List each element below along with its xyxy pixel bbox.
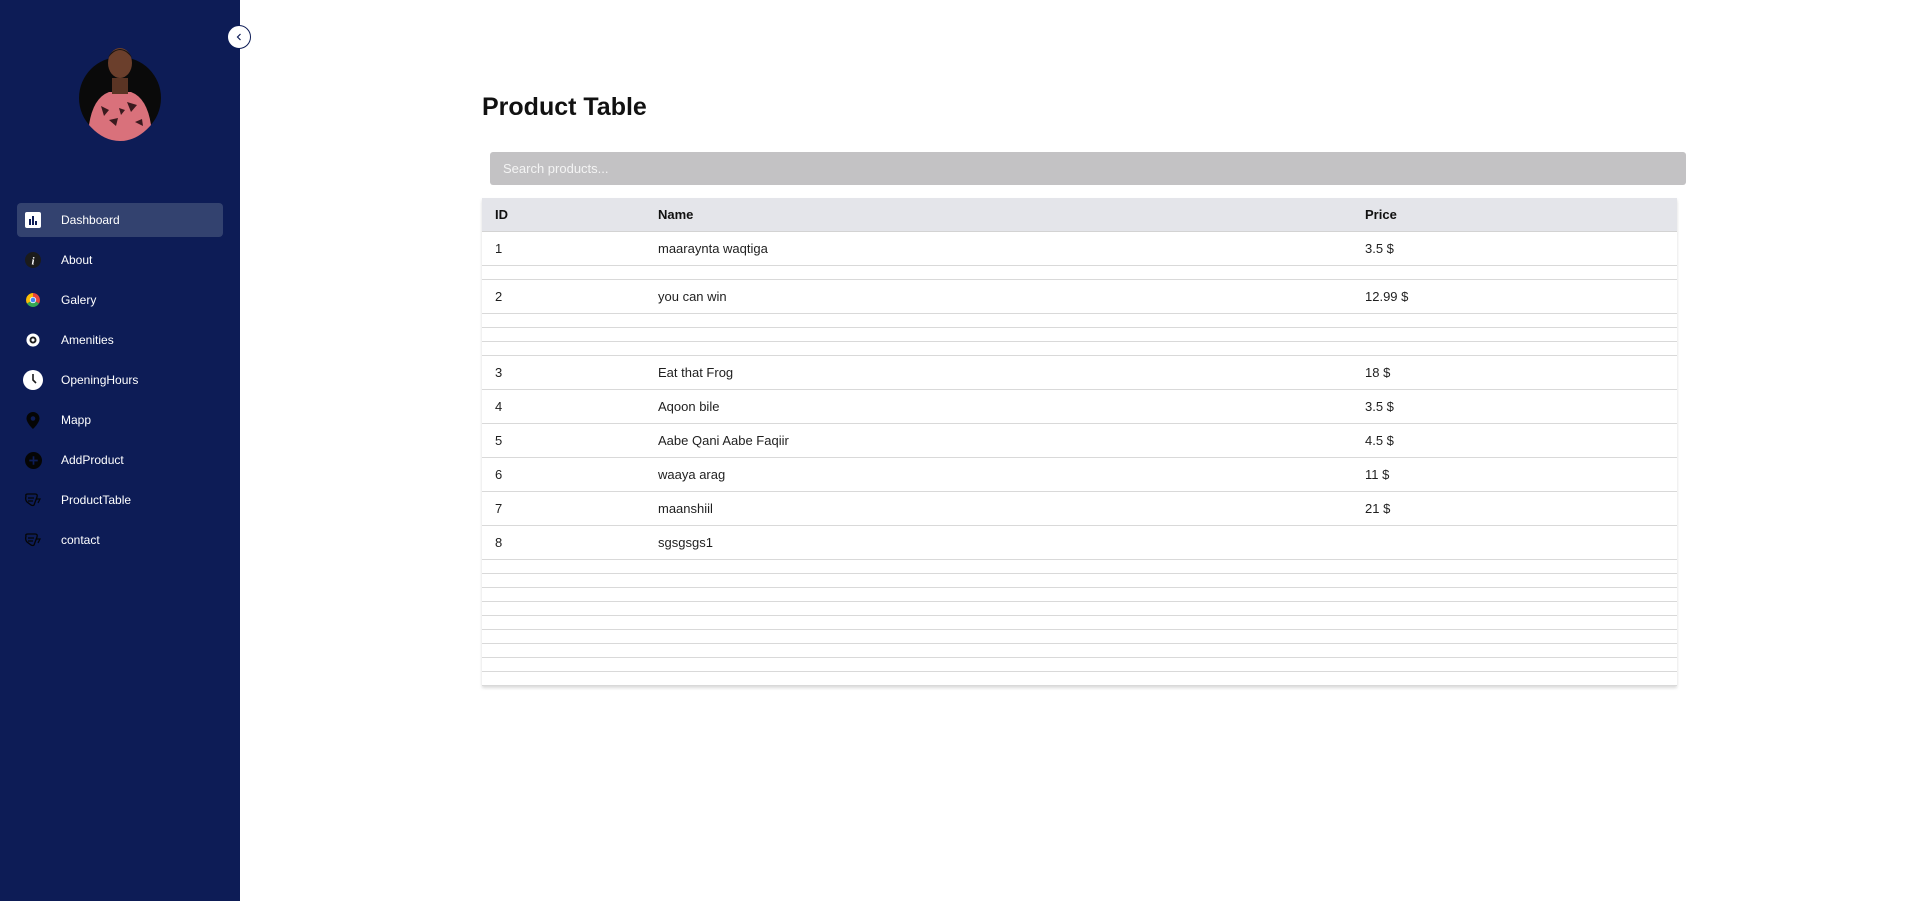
cell-price: 3.5 $ <box>1365 241 1394 256</box>
cell-id: 1 <box>495 241 503 256</box>
sidebar-item-label: Galery <box>61 293 97 307</box>
table-row-empty <box>482 602 1677 616</box>
table-row-empty <box>482 672 1677 686</box>
cell-id: 6 <box>495 467 503 482</box>
sidebar-item-label: AddProduct <box>61 453 124 467</box>
cell-price: 4.5 $ <box>1365 433 1394 448</box>
table-row[interactable]: 5 Aabe Qani Aabe Faqiir 4.5 $ <box>482 424 1677 458</box>
cell-name: Aabe Qani Aabe Faqiir <box>658 433 789 448</box>
cell-name: sgsgsgs1 <box>658 535 713 550</box>
sidebar-item-contact[interactable]: contact <box>17 523 223 557</box>
sidebar-item-label: ProductTable <box>61 493 132 507</box>
table-row-empty <box>482 328 1677 342</box>
sidebar-item-mapp[interactable]: Mapp <box>17 403 223 437</box>
table-header: ID Name Price <box>482 198 1677 232</box>
sidebar-item-galery[interactable]: Galery <box>17 283 223 317</box>
table-row-empty <box>482 560 1677 574</box>
target-icon <box>23 330 43 350</box>
cell-id: 3 <box>495 365 503 380</box>
sidebar-collapse-button[interactable] <box>227 25 251 49</box>
page-title: Product Table <box>482 93 647 121</box>
chrome-icon <box>23 290 43 310</box>
chevron-left-icon <box>235 28 243 46</box>
cell-id: 5 <box>495 433 503 448</box>
sidebar-item-openinghours[interactable]: OpeningHours <box>17 363 223 397</box>
table-row-empty <box>482 342 1677 356</box>
plus-circle-icon <box>23 450 43 470</box>
clock-icon <box>23 370 43 390</box>
table-row-empty <box>482 266 1677 280</box>
column-header-id: ID <box>495 207 508 222</box>
column-header-price: Price <box>1365 207 1397 222</box>
cell-id: 8 <box>495 535 503 550</box>
table-row[interactable]: 7 maanshiil 21 $ <box>482 492 1677 526</box>
table-row[interactable]: 1 maaraynta waqtiga 3.5 $ <box>482 232 1677 266</box>
table-row-empty <box>482 630 1677 644</box>
cell-name: Aqoon bile <box>658 399 720 414</box>
sidebar-item-amenities[interactable]: Amenities <box>17 323 223 357</box>
sidebar-item-producttable[interactable]: ProductTable <box>17 483 223 517</box>
table-row-empty <box>482 574 1677 588</box>
table-row[interactable]: 2 you can win 12.99 $ <box>482 280 1677 314</box>
sidebar-item-label: About <box>61 253 93 267</box>
bar-chart-icon <box>23 210 43 230</box>
cell-price: 12.99 $ <box>1365 289 1409 304</box>
sidebar-nav: Dashboard i About Galery Amenities Openi… <box>17 203 223 563</box>
sidebar-item-dashboard[interactable]: Dashboard <box>17 203 223 237</box>
cell-name: waaya arag <box>658 467 726 482</box>
sidebar-item-label: contact <box>61 533 100 547</box>
cell-price: 21 $ <box>1365 501 1391 516</box>
sidebar-item-label: Dashboard <box>61 213 120 227</box>
product-table: ID Name Price 1 maaraynta waqtiga 3.5 $ 2 y… <box>482 198 1677 686</box>
column-header-name: Name <box>658 207 694 222</box>
search-input[interactable] <box>490 152 1686 185</box>
map-pin-icon <box>23 410 43 430</box>
cell-price: 11 $ <box>1365 467 1390 482</box>
sidebar-item-label: Amenities <box>61 333 114 347</box>
sidebar-item-label: Mapp <box>61 413 92 427</box>
cell-id: 2 <box>495 289 503 304</box>
sidebar-item-label: OpeningHours <box>61 373 139 387</box>
table-row-empty <box>482 658 1677 672</box>
sidebar: Dashboard i About Galery Amenities Openi… <box>0 0 240 901</box>
cell-name: maanshiil <box>658 501 713 516</box>
main-content: Product Table ID Name Price 1 maaraynta w… <box>240 0 1920 901</box>
sidebar-item-addproduct[interactable]: AddProduct <box>17 443 223 477</box>
cell-price: 18 $ <box>1365 365 1391 380</box>
cell-name: Eat that Frog <box>658 365 734 380</box>
sidebar-item-about[interactable]: i About <box>17 243 223 277</box>
cell-name: you can win <box>658 289 727 304</box>
cell-id: 7 <box>495 501 503 516</box>
cell-price: 3.5 $ <box>1365 399 1394 414</box>
cell-name: maaraynta waqtiga <box>658 241 768 256</box>
table-row[interactable]: 4 Aqoon bile 3.5 $ <box>482 390 1677 424</box>
avatar <box>79 40 161 141</box>
table-row-empty <box>482 616 1677 630</box>
table-row[interactable]: 3 Eat that Frog 18 $ <box>482 356 1677 390</box>
table-row-empty <box>482 588 1677 602</box>
table-icon <box>23 490 43 510</box>
table-row[interactable]: 6 waaya arag 11 $ <box>482 458 1677 492</box>
table-row-empty <box>482 314 1677 328</box>
table-row[interactable]: 8 sgsgsgs1 <box>482 526 1677 560</box>
cell-id: 4 <box>495 399 503 414</box>
table-row-empty <box>482 644 1677 658</box>
contact-icon <box>23 530 43 550</box>
info-icon: i <box>23 250 43 270</box>
